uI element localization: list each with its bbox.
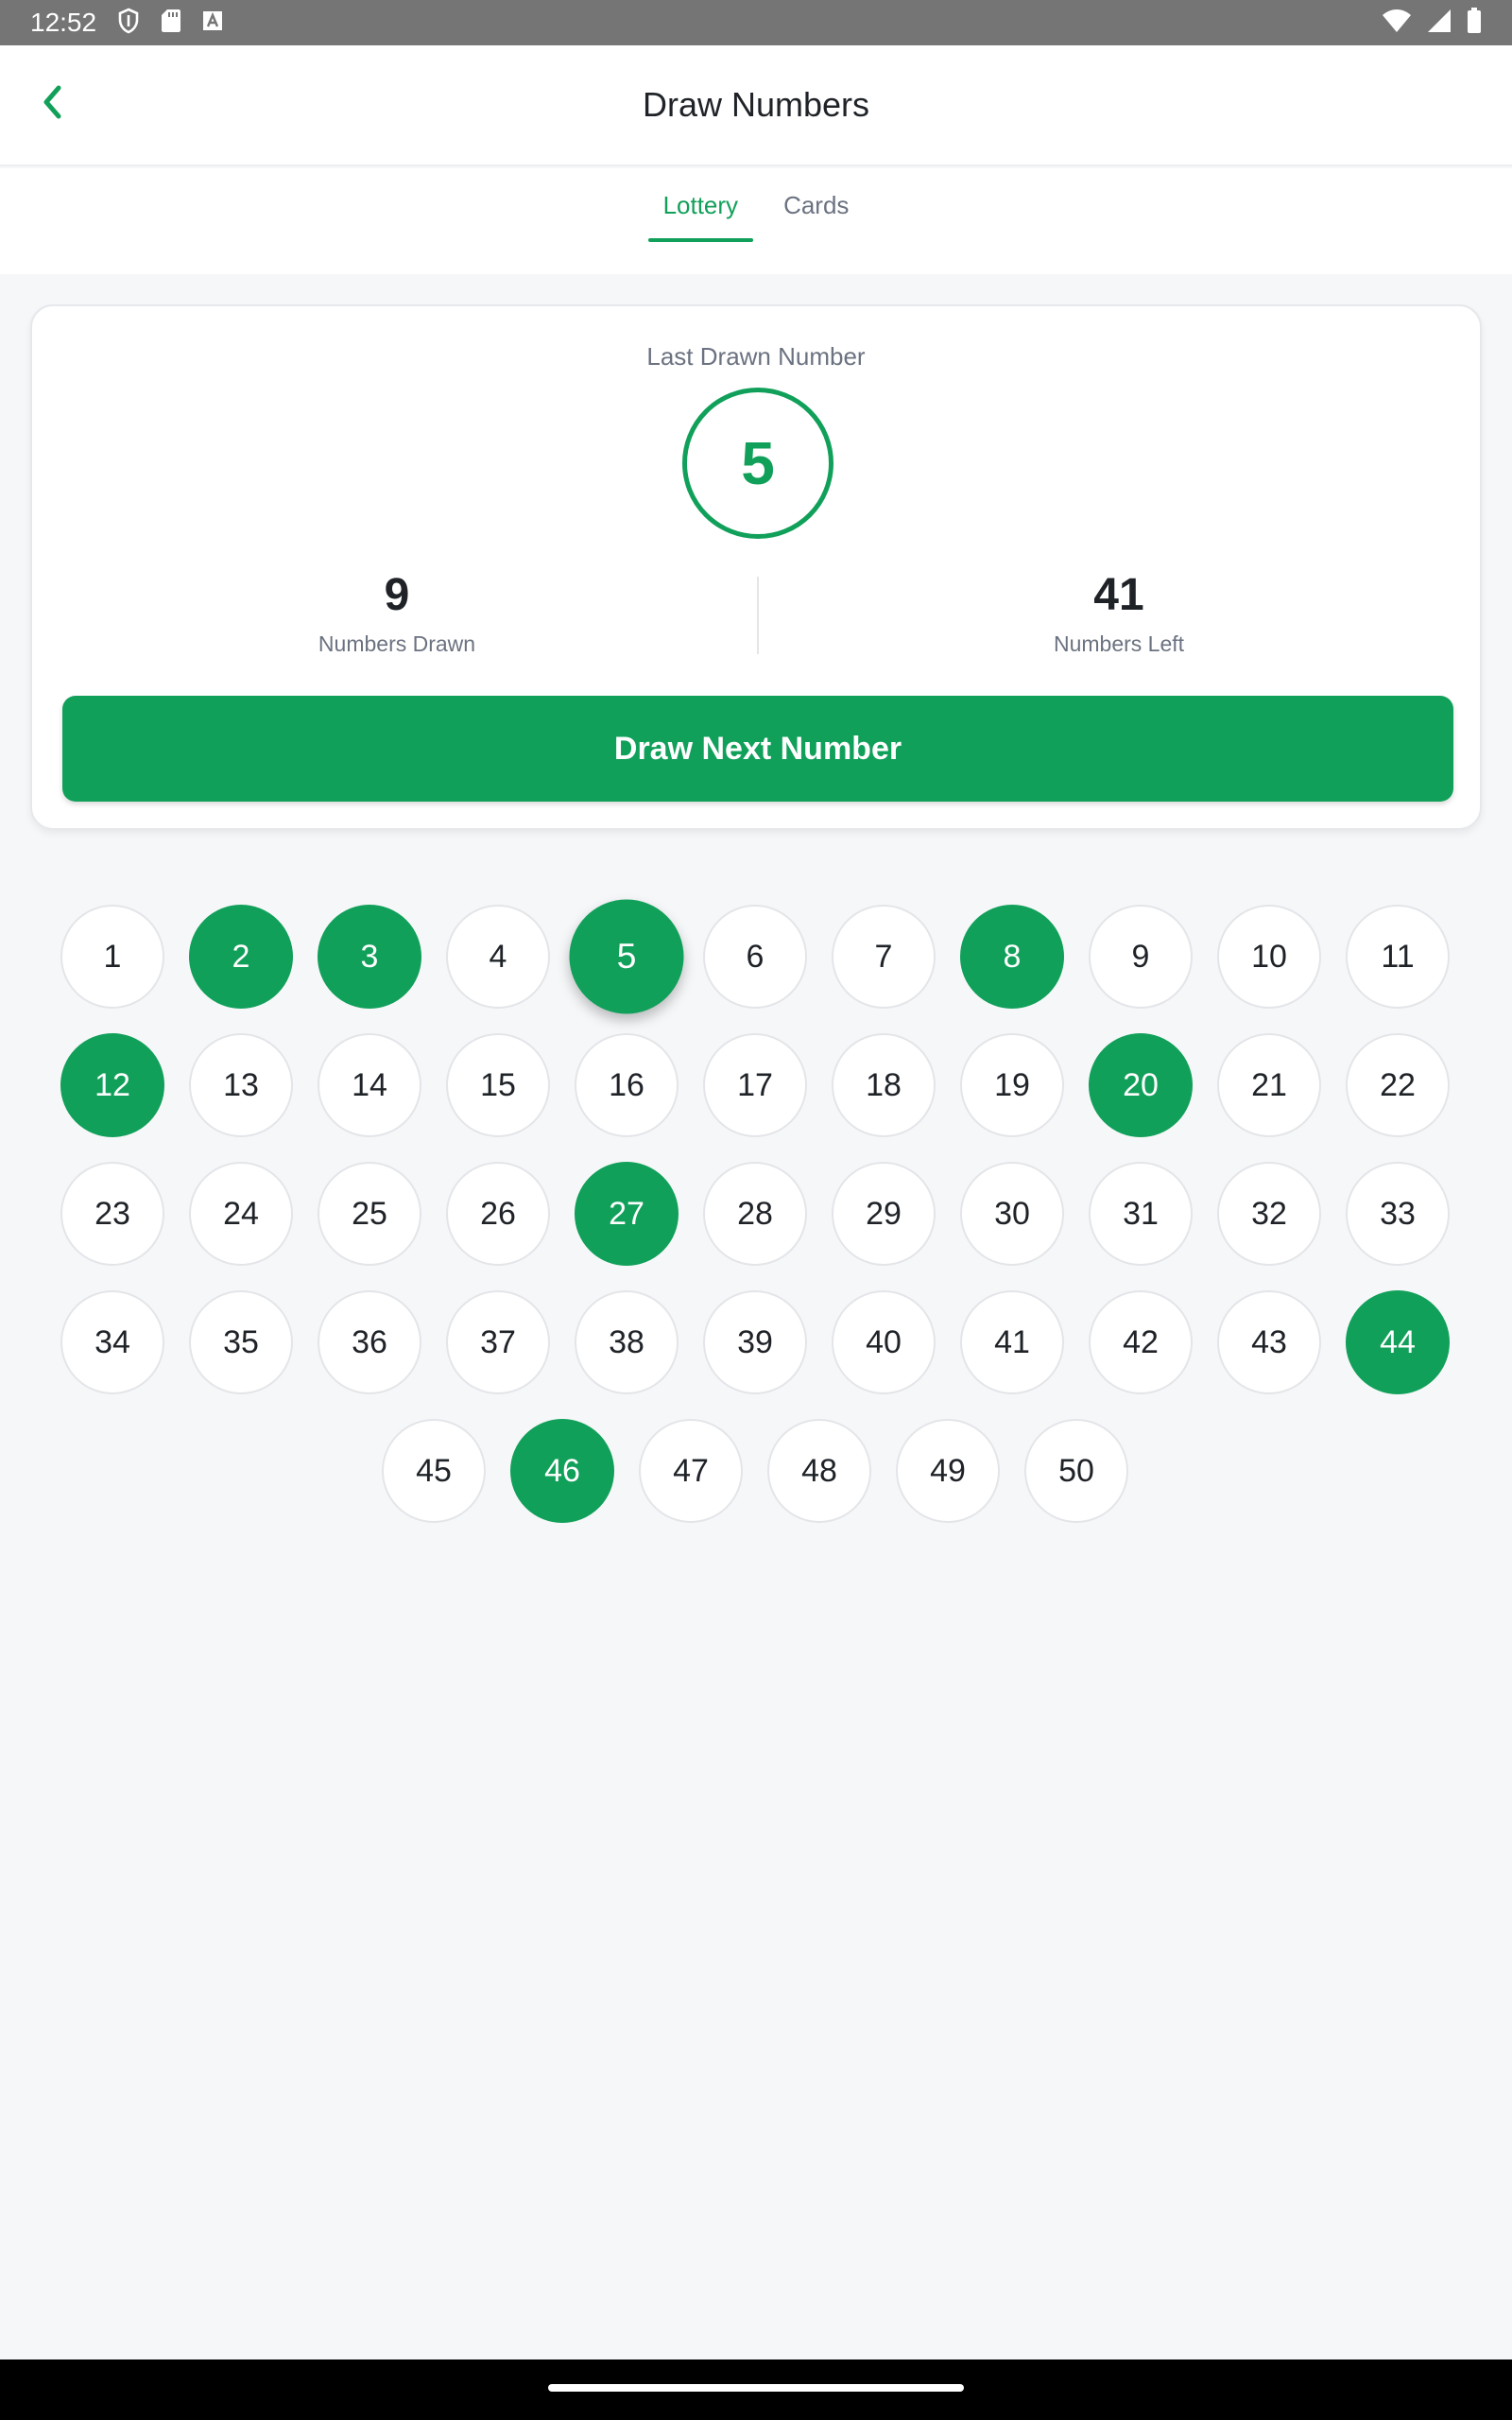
number-ball-6[interactable]: 6 <box>703 905 807 1009</box>
number-ball-39[interactable]: 39 <box>703 1290 807 1394</box>
numbers-drawn-stat: 9 Numbers Drawn <box>66 569 728 657</box>
number-ball-27[interactable]: 27 <box>575 1162 679 1266</box>
number-ball-12[interactable]: 12 <box>60 1033 164 1137</box>
number-ball-9[interactable]: 9 <box>1089 905 1193 1009</box>
number-ball-15[interactable]: 15 <box>446 1033 550 1137</box>
number-ball-10[interactable]: 10 <box>1217 905 1321 1009</box>
number-ball-37[interactable]: 37 <box>446 1290 550 1394</box>
number-ball-30[interactable]: 30 <box>960 1162 1064 1266</box>
number-ball-22[interactable]: 22 <box>1346 1033 1450 1137</box>
number-ball-28[interactable]: 28 <box>703 1162 807 1266</box>
number-ball-14[interactable]: 14 <box>318 1033 421 1137</box>
number-ball-23[interactable]: 23 <box>60 1162 164 1266</box>
status-bar: 12:52 <box>0 0 1512 45</box>
number-ball-8[interactable]: 8 <box>960 905 1064 1009</box>
number-ball-1[interactable]: 1 <box>60 905 164 1009</box>
number-ball-31[interactable]: 31 <box>1089 1162 1193 1266</box>
numbers-drawn-label: Numbers Drawn <box>318 631 476 656</box>
signal-icon <box>1427 9 1452 38</box>
number-ball-47[interactable]: 47 <box>639 1419 743 1523</box>
number-row: 12 13 14 15 16 17 18 19 20 21 22 <box>60 1033 1452 1162</box>
number-ball-40[interactable]: 40 <box>832 1290 936 1394</box>
number-row: 34 35 36 37 38 39 40 41 42 43 44 <box>60 1290 1452 1419</box>
numbers-left-label: Numbers Left <box>1053 631 1185 656</box>
tab-lottery[interactable]: Lottery <box>647 168 754 242</box>
number-ball-34[interactable]: 34 <box>60 1290 164 1394</box>
summary-card: Last Drawn Number 5 9 Numbers Drawn 41 N… <box>30 304 1482 830</box>
number-ball-11[interactable]: 11 <box>1346 905 1450 1009</box>
number-ball-50[interactable]: 50 <box>1024 1419 1128 1523</box>
number-ball-43[interactable]: 43 <box>1217 1290 1321 1394</box>
number-ball-13[interactable]: 13 <box>189 1033 293 1137</box>
number-ball-48[interactable]: 48 <box>767 1419 871 1523</box>
number-ball-45[interactable]: 45 <box>382 1419 486 1523</box>
number-ball-44[interactable]: 44 <box>1346 1290 1450 1394</box>
number-ball-24[interactable]: 24 <box>189 1162 293 1266</box>
number-ball-35[interactable]: 35 <box>189 1290 293 1394</box>
number-row: 23 24 25 26 27 28 29 30 31 32 33 <box>60 1162 1452 1290</box>
tab-bar: Lottery Cards <box>0 168 1512 274</box>
screen: 12:52 Draw Numbers Lottery Cards Last Dr… <box>0 0 1512 2420</box>
number-ball-42[interactable]: 42 <box>1089 1290 1193 1394</box>
number-ball-38[interactable]: 38 <box>575 1290 679 1394</box>
numbers-drawn-value: 9 <box>384 570 410 620</box>
number-ball-18[interactable]: 18 <box>832 1033 936 1137</box>
sd-card-icon <box>161 9 181 38</box>
number-ball-3[interactable]: 3 <box>318 905 421 1009</box>
back-button[interactable] <box>26 78 79 130</box>
number-ball-21[interactable]: 21 <box>1217 1033 1321 1137</box>
number-ball-41[interactable]: 41 <box>960 1290 1064 1394</box>
wifi-icon <box>1382 9 1412 38</box>
last-drawn-label: Last Drawn Number <box>646 342 866 371</box>
home-indicator[interactable] <box>548 2384 964 2392</box>
draw-next-number-button[interactable]: Draw Next Number <box>62 696 1453 802</box>
navigation-bar <box>0 2360 1512 2420</box>
numbers-left-stat: 41 Numbers Left <box>788 569 1450 657</box>
page-title: Draw Numbers <box>642 85 870 124</box>
last-drawn-number: 5 <box>682 388 833 539</box>
shield-icon <box>117 8 140 39</box>
number-ball-4[interactable]: 4 <box>446 905 550 1009</box>
status-left-icons <box>117 8 223 39</box>
number-ball-17[interactable]: 17 <box>703 1033 807 1137</box>
number-grid: 1 2 3 4 5 6 7 8 9 10 11 12 13 14 15 16 17 18 19 20 21 22 23 24 2… <box>60 899 1452 1547</box>
number-row: 1 2 3 4 5 6 7 8 9 10 11 <box>60 899 1452 1033</box>
number-ball-46[interactable]: 46 <box>510 1419 614 1523</box>
number-ball-49[interactable]: 49 <box>896 1419 1000 1523</box>
tab-cards[interactable]: Cards <box>768 168 864 240</box>
number-ball-26[interactable]: 26 <box>446 1162 550 1266</box>
stat-divider <box>757 577 759 654</box>
number-ball-32[interactable]: 32 <box>1217 1162 1321 1266</box>
number-ball-25[interactable]: 25 <box>318 1162 421 1266</box>
number-ball-5[interactable]: 5 <box>569 899 684 1014</box>
battery-icon <box>1467 7 1482 39</box>
number-ball-19[interactable]: 19 <box>960 1033 1064 1137</box>
number-ball-2[interactable]: 2 <box>189 905 293 1009</box>
status-time: 12:52 <box>30 8 97 37</box>
number-ball-7[interactable]: 7 <box>832 905 936 1009</box>
app-bar: Draw Numbers <box>0 45 1512 166</box>
number-ball-20[interactable]: 20 <box>1089 1033 1193 1137</box>
text-a-icon <box>202 10 223 36</box>
number-row: 45 46 47 48 49 50 <box>60 1419 1452 1547</box>
chevron-left-icon <box>39 83 67 126</box>
number-ball-29[interactable]: 29 <box>832 1162 936 1266</box>
numbers-left-value: 41 <box>1093 570 1144 620</box>
number-ball-36[interactable]: 36 <box>318 1290 421 1394</box>
number-ball-16[interactable]: 16 <box>575 1033 679 1137</box>
status-right-icons <box>1382 7 1482 39</box>
number-ball-33[interactable]: 33 <box>1346 1162 1450 1266</box>
